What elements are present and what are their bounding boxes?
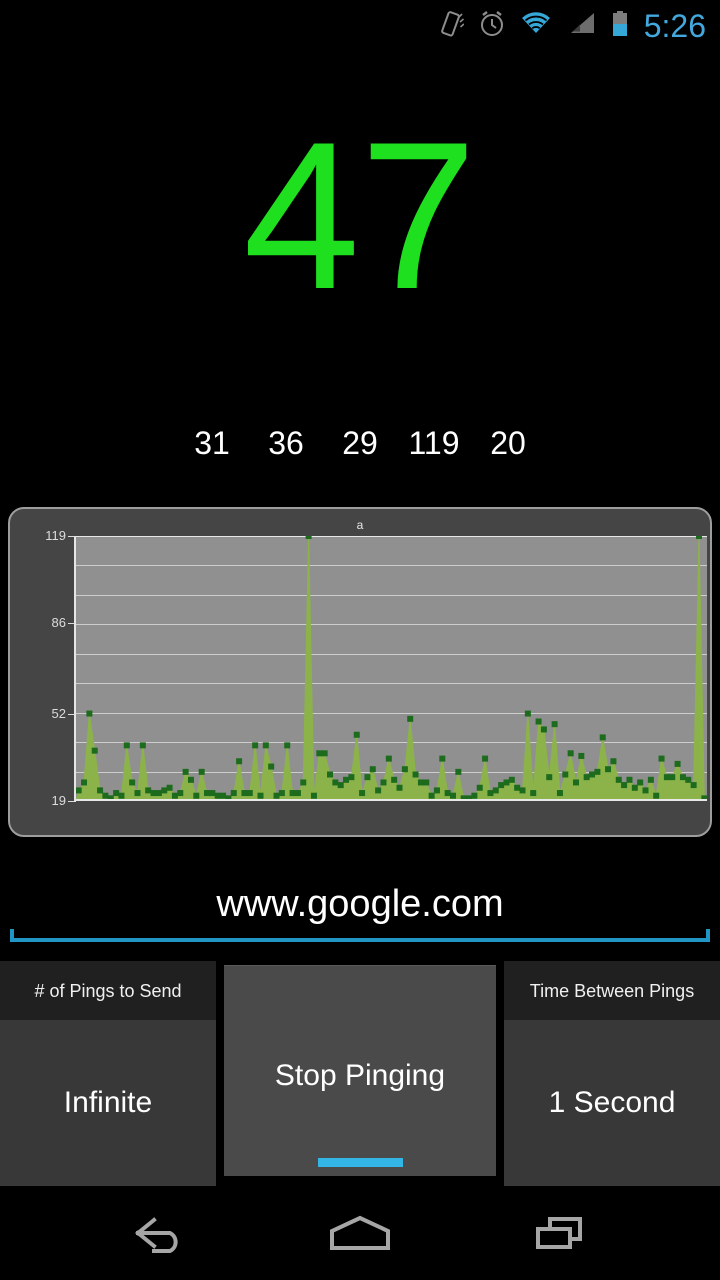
stop-pinging-label: Stop Pinging: [274, 1059, 446, 1092]
chart-bottom-rule: [76, 799, 707, 801]
recents-icon: [536, 1217, 582, 1249]
recent-ping-values: 31 36 29 119 20: [0, 424, 720, 462]
chart-y-tick-label: 19: [51, 793, 66, 808]
android-navigation-bar: [0, 1186, 720, 1280]
battery-icon: [610, 9, 630, 44]
pings-to-send-body[interactable]: Infinite: [0, 1020, 216, 1186]
back-arrow-icon: [135, 1217, 178, 1253]
recent-ping-value: 119: [408, 425, 460, 461]
url-input-text[interactable]: www.google.com: [0, 876, 720, 932]
chart-y-tick-label: 52: [51, 705, 66, 721]
chart-y-tick-label: 119: [45, 528, 66, 543]
controls-bar: # of Pings to Send Infinite Stop Pinging…: [0, 961, 720, 1186]
recent-ping-value: 20: [490, 425, 526, 461]
chart-y-tick: [68, 623, 75, 625]
time-between-pings-value: 1 Second: [548, 1086, 676, 1119]
home-icon: [330, 1215, 390, 1250]
nav-back-button[interactable]: [85, 1186, 235, 1280]
current-ping-value: 47: [243, 98, 477, 333]
time-between-pings-header: Time Between Pings: [504, 961, 720, 1020]
time-between-pings-label: Time Between Pings: [529, 980, 695, 1001]
chart-y-tick-label: 86: [51, 615, 66, 631]
recent-ping-value: 36: [268, 425, 304, 461]
chart-title: a: [356, 518, 364, 532]
time-between-pings-body[interactable]: 1 Second: [504, 1020, 720, 1186]
wifi-icon: [520, 11, 552, 42]
chart-y-tick: [68, 801, 75, 802]
nav-recents-button[interactable]: [487, 1186, 637, 1280]
url-input-field[interactable]: www.google.com: [0, 876, 720, 958]
pings-to-send-label: # of Pings to Send: [34, 980, 182, 1001]
url-underline: [10, 938, 710, 942]
nav-home-button[interactable]: [285, 1186, 435, 1280]
pings-to-send-header: # of Pings to Send: [0, 961, 216, 1020]
cell-signal-icon: [566, 11, 596, 42]
chart-y-tick: [68, 536, 75, 537]
status-bar-clock: 5:26: [643, 8, 706, 44]
app-screen: 5:26 47 31 36 29 119 20 a 119865219 0.0 …: [0, 0, 720, 1280]
recent-ping-value: 29: [342, 425, 378, 461]
pings-to-send-control[interactable]: # of Pings to Send Infinite: [0, 961, 216, 1186]
stop-pinging-accent-bar: [318, 1158, 403, 1167]
recent-ping-value: 31: [194, 425, 230, 461]
vibrate-icon: [438, 9, 465, 44]
alarm-clock-icon: [478, 9, 506, 44]
ping-chart-card[interactable]: a 119865219 0.0: [8, 507, 712, 837]
chart-y-tick: [68, 713, 75, 715]
url-underline-right-tick: [706, 929, 710, 942]
stop-pinging-button[interactable]: Stop Pinging: [224, 965, 496, 1176]
chart-plot-area: [76, 536, 707, 801]
status-bar: 5:26: [0, 0, 720, 52]
chart-data-markers: [76, 536, 707, 801]
time-between-pings-control[interactable]: Time Between Pings 1 Second: [504, 961, 720, 1186]
pings-to-send-value: Infinite: [63, 1086, 153, 1119]
